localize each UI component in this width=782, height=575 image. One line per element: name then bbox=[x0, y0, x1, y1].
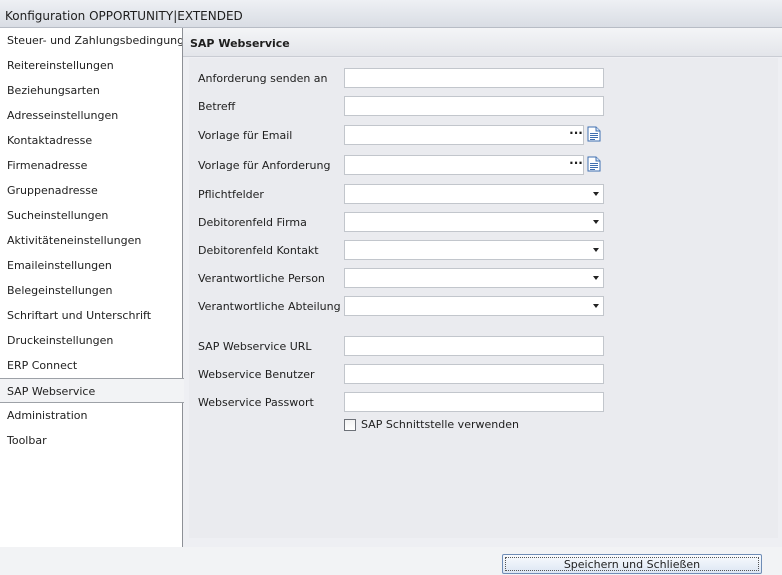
vorlage-anforderung-browse-button[interactable]: ··· bbox=[568, 155, 584, 175]
sidebar: Steuer- und Zahlungsbedingungen Reiterei… bbox=[0, 28, 184, 547]
debitorenfeld-firma-select[interactable] bbox=[344, 212, 604, 232]
sidebar-item-erp-connect[interactable]: ERP Connect bbox=[0, 353, 182, 378]
vorlage-email-input[interactable] bbox=[344, 125, 584, 145]
sidebar-item-firmenadresse[interactable]: Firmenadresse bbox=[0, 153, 182, 178]
window-title: Konfiguration OPPORTUNITY|EXTENDED bbox=[0, 0, 782, 28]
chevron-down-icon bbox=[593, 248, 599, 252]
sidebar-item-sap-webservice[interactable]: SAP Webservice bbox=[0, 378, 184, 403]
pflichtfelder-select[interactable] bbox=[344, 184, 604, 204]
vorlage-anforderung-input[interactable] bbox=[344, 155, 584, 175]
sidebar-item-kontaktadresse[interactable]: Kontaktadresse bbox=[0, 128, 182, 153]
sap-webservice-url-input[interactable] bbox=[344, 336, 604, 356]
sidebar-item-emaileinstellungen[interactable]: Emaileinstellungen bbox=[0, 253, 182, 278]
verantwortliche-abteilung-select[interactable] bbox=[344, 296, 604, 316]
webservice-passwort-label: Webservice Passwort bbox=[198, 396, 314, 409]
chevron-down-icon bbox=[593, 192, 599, 196]
webservice-benutzer-input[interactable] bbox=[344, 364, 604, 384]
debitorenfeld-kontakt-label: Debitorenfeld Kontakt bbox=[198, 244, 319, 257]
betreff-input[interactable] bbox=[344, 96, 604, 116]
sidebar-item-beziehungsarten[interactable]: Beziehungsarten bbox=[0, 78, 182, 103]
anforderung-senden-an-label: Anforderung senden an bbox=[198, 72, 328, 85]
webservice-passwort-input[interactable] bbox=[344, 392, 604, 412]
webservice-benutzer-label: Webservice Benutzer bbox=[198, 368, 315, 381]
sidebar-item-belegeinstellungen[interactable]: Belegeinstellungen bbox=[0, 278, 182, 303]
verantwortliche-person-label: Verantwortliche Person bbox=[198, 272, 325, 285]
settings-panel: SAP Webservice Anforderung senden an Bet… bbox=[183, 28, 782, 547]
vorlage-email-browse-button[interactable]: ··· bbox=[568, 125, 584, 145]
sidebar-item-aktivitaeteneinstellungen[interactable]: Aktivitäteneinstellungen bbox=[0, 228, 182, 253]
chevron-down-icon bbox=[593, 220, 599, 224]
settings-form: Anforderung senden an Betreff Vorlage fü… bbox=[189, 58, 778, 538]
document-icon[interactable] bbox=[587, 126, 601, 142]
document-icon[interactable] bbox=[587, 156, 601, 172]
vorlage-email-label: Vorlage für Email bbox=[198, 129, 293, 142]
pflichtfelder-label: Pflichtfelder bbox=[198, 188, 264, 201]
sidebar-item-sucheinstellungen[interactable]: Sucheinstellungen bbox=[0, 203, 182, 228]
sap-webservice-url-label: SAP Webservice URL bbox=[198, 340, 312, 353]
debitorenfeld-firma-label: Debitorenfeld Firma bbox=[198, 216, 307, 229]
betreff-label: Betreff bbox=[198, 100, 236, 113]
verantwortliche-person-select[interactable] bbox=[344, 268, 604, 288]
verantwortliche-abteilung-label: Verantwortliche Abteilung bbox=[198, 300, 341, 313]
sap-schnittstelle-label: SAP Schnittstelle verwenden bbox=[361, 418, 519, 431]
sidebar-item-adresseinstellungen[interactable]: Adresseinstellungen bbox=[0, 103, 182, 128]
sidebar-item-administration[interactable]: Administration bbox=[0, 403, 182, 428]
sap-schnittstelle-checkbox[interactable] bbox=[344, 419, 356, 431]
sidebar-item-reitereinstellungen[interactable]: Reitereinstellungen bbox=[0, 53, 182, 78]
chevron-down-icon bbox=[593, 276, 599, 280]
sidebar-item-druckeinstellungen[interactable]: Druckeinstellungen bbox=[0, 328, 182, 353]
sidebar-item-schriftart-unterschrift[interactable]: Schriftart und Unterschrift bbox=[0, 303, 182, 328]
sidebar-item-steuer-zahlungsbedingungen[interactable]: Steuer- und Zahlungsbedingungen bbox=[0, 28, 182, 53]
section-title: SAP Webservice bbox=[183, 28, 782, 57]
chevron-down-icon bbox=[593, 304, 599, 308]
debitorenfeld-kontakt-select[interactable] bbox=[344, 240, 604, 260]
sidebar-item-toolbar[interactable]: Toolbar bbox=[0, 428, 182, 453]
sidebar-item-gruppenadresse[interactable]: Gruppenadresse bbox=[0, 178, 182, 203]
anforderung-senden-an-input[interactable] bbox=[344, 68, 604, 88]
save-and-close-button[interactable]: Speichern und Schließen bbox=[502, 554, 762, 574]
vorlage-anforderung-label: Vorlage für Anforderung bbox=[198, 159, 331, 172]
